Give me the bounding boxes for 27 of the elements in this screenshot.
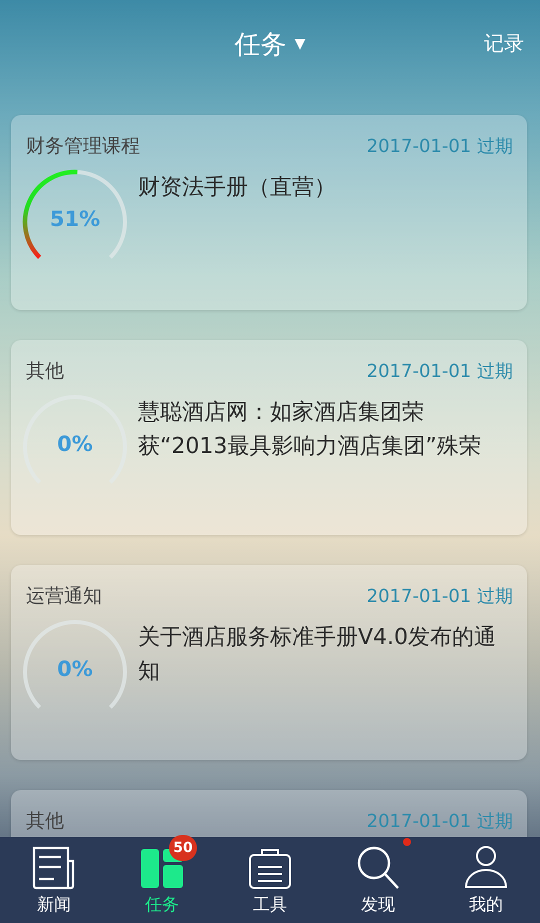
task-title: 财资法手册（直营） [138,174,336,202]
task-card[interactable]: 财务管理课程 2017-01-01 过期 51% 财资法手册（直营） [11,115,527,310]
tab-button[interactable]: 新闻 [0,837,108,923]
count-badge: 50 [169,835,197,861]
search-icon [355,845,401,891]
task-category: 其他 [26,809,64,834]
task-title: 关于酒店服务标准手册V4.0发布的通知 [138,624,498,686]
task-card[interactable]: 其他 2017-01-01 过期 [11,790,527,837]
task-category: 其他 [26,359,64,384]
tab-button[interactable]: 50 任务 [108,837,216,923]
progress-percent: 51% [48,207,102,231]
progress-percent: 0% [56,657,94,681]
user-icon [463,845,509,891]
progress-percent: 0% [56,432,94,456]
due-date: 2017-01-01 过期 [366,810,513,833]
task-category: 运营通知 [26,584,102,609]
tab-button[interactable]: 我的 [432,837,540,923]
due-date: 2017-01-01 过期 [366,135,513,158]
task-card[interactable]: 运营通知 2017-01-01 过期 0% 关于酒店服务标准手册V4.0发布的通知 [11,565,527,760]
task-card[interactable]: 其他 2017-01-01 过期 0% 慧聪酒店网：如家酒店集团荣获“2013最具影响力酒店集团”殊荣 [11,340,527,535]
task-category: 财务管理课程 [26,134,140,159]
task-title: 慧聪酒店网：如家酒店集团荣获“2013最具影响力酒店集团”殊荣 [138,399,482,461]
tab-button[interactable]: 工具 [216,837,324,923]
due-date: 2017-01-01 过期 [366,585,513,608]
newspaper-icon [31,845,77,891]
tab-button[interactable]: 发现 [324,837,432,923]
due-date: 2017-01-01 过期 [366,360,513,383]
